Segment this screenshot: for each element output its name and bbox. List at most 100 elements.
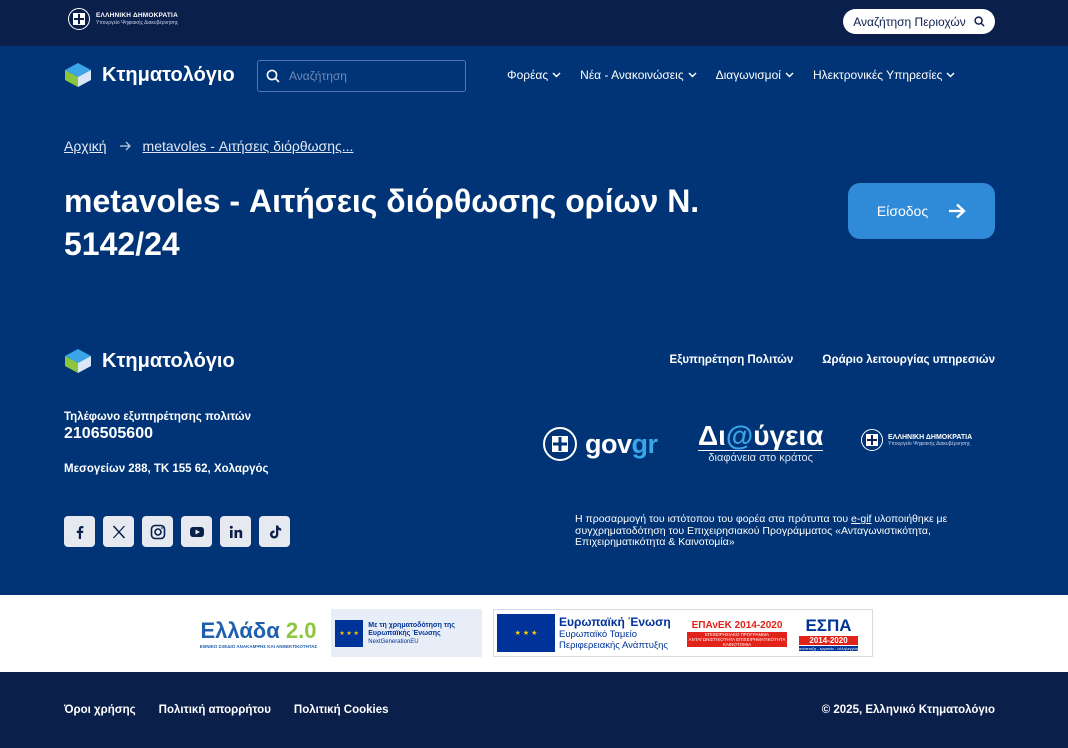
eu-flag-icon: ★ ★ ★ xyxy=(497,614,555,652)
hellenic-line1: ΕΛΛΗΝΙΚΗ ΔΗΜΟΚΡΑΤΙΑ xyxy=(888,433,973,441)
epanek-sub: ΕΠΙΧΕΙΡΗΣΙΑΚΟ ΠΡΟΓΡΑΜΜΑ ΑΝΤΑΓΩΝΙΣΤΙΚΟΤΗΤ… xyxy=(687,631,787,647)
region-search-label: Αναζήτηση Περιοχών xyxy=(853,14,966,29)
gov-logo-line1: ΕΛΛΗΝΙΚΗ ΔΗΜΟΚΡΑΤΙΑ xyxy=(96,12,178,19)
tiktok-icon xyxy=(269,525,281,538)
youtube-icon xyxy=(189,526,204,537)
footer-link-opening-hours[interactable]: Ωράριο λειτουργίας υπηρεσιών xyxy=(822,354,995,366)
terms-link[interactable]: Όροι χρήσης xyxy=(64,704,136,716)
x-link[interactable] xyxy=(103,516,134,547)
linkedin-icon xyxy=(229,525,242,538)
diavgeia-at: @ xyxy=(725,420,754,451)
nav-label: Διαγωνισμοί xyxy=(715,68,781,82)
epanek-logo: ΕΠΑνΕΚ 2014-2020 ΕΠΙΧΕΙΡΗΣΙΑΚΟ ΠΡΟΓΡΑΜΜΑ… xyxy=(687,620,787,647)
nav-item-news[interactable]: Νέα - Ανακοινώσεις xyxy=(580,68,697,82)
nav-label: Νέα - Ανακοινώσεις xyxy=(580,68,684,82)
hellenic-republic-logo[interactable]: ΕΛΛΗΝΙΚΗ ΔΗΜΟΚΡΑΤΙΑ Υπουργείο Ψηφιακής Δ… xyxy=(68,8,178,30)
linkedin-link[interactable] xyxy=(220,516,251,547)
nav-item-tenders[interactable]: Διαγωνισμοί xyxy=(716,68,794,82)
eu-fund-text: Ευρωπαϊκή Ένωση Ευρωπαϊκό Ταμείο Περιφερ… xyxy=(559,615,679,651)
login-label: Είσοδος xyxy=(876,203,929,219)
diavgeia-post: ύγεια xyxy=(753,420,824,451)
chevron-down-icon xyxy=(946,72,955,78)
espa-sub: ανάπτυξη - εργασία - αλληλεγγύη xyxy=(799,645,859,651)
nav-item-eservices[interactable]: Ηλεκτρονικές Υπηρεσίες xyxy=(813,68,956,82)
ktimatologio-cube-icon xyxy=(65,349,91,373)
footer-links: Εξυπηρέτηση Πολιτών Ωράριο λειτουργίας υ… xyxy=(670,354,995,366)
footer-brand-name: Κτηματολόγιο xyxy=(102,349,235,372)
espa-years: 2014-2020 xyxy=(799,635,859,645)
nav-item-foreas[interactable]: Φορέας xyxy=(507,68,561,82)
espa-banner[interactable]: ★ ★ ★ Ευρωπαϊκή Ένωση Ευρωπαϊκό Ταμείο Π… xyxy=(493,609,873,657)
ellada-logo: Ελλάδα 2.0 ΕΘΝΙΚΟ ΣΧΕΔΙΟ ΑΝΑΚΑΜΨΗΣ ΚΑΙ Α… xyxy=(186,609,331,657)
search-icon xyxy=(974,16,985,27)
espa-title: ΕΣΠΑ xyxy=(805,615,852,635)
search-input[interactable] xyxy=(289,69,449,83)
x-icon xyxy=(112,524,125,539)
greek-seal-icon xyxy=(68,8,90,30)
legal-links: Όροι χρήσης Πολιτική απορρήτου Πολιτική … xyxy=(64,704,389,716)
brand-name: Κτηματολόγιο xyxy=(102,63,235,86)
egif-link[interactable]: e-gif xyxy=(851,513,871,525)
chevron-down-icon xyxy=(688,72,697,78)
bottom-bar: Όροι χρήσης Πολιτική απορρήτου Πολιτική … xyxy=(0,672,1068,748)
footer-brand-logo[interactable]: Κτηματολόγιο xyxy=(64,348,235,374)
gov-logo-line2: Υπουργείο Ψηφιακής Διακυβέρνησης xyxy=(96,20,179,26)
diavgeia-pre: Δι xyxy=(698,420,726,451)
breadcrumb-current-link[interactable]: metavoles - Αιτήσεις διόρθωσης... xyxy=(143,138,354,154)
arrow-right-icon xyxy=(119,141,131,151)
ellada-num: 2.0 xyxy=(285,617,317,643)
nextgen-line2: NextGenerationEU xyxy=(368,638,419,645)
copyright: © 2025, Ελληνικό Κτηματολόγιο xyxy=(821,704,995,716)
breadcrumb-home-link[interactable]: Αρχική xyxy=(64,138,107,154)
egif-pre: Η προσαρμογή του ιστότοπου του φορέα στα… xyxy=(575,513,852,525)
login-button[interactable]: Είσοδος xyxy=(848,183,995,239)
eu-flag-icon: ★ ★ ★ xyxy=(335,619,364,647)
cookies-link[interactable]: Πολιτική Cookies xyxy=(294,704,389,716)
eu-title: Ευρωπαϊκή Ένωση xyxy=(559,615,671,629)
govgr-gr: gr xyxy=(631,428,659,459)
page-title: metavoles - Αιτήσεις διόρθωσης ορίων Ν. … xyxy=(64,183,700,262)
site-search[interactable] xyxy=(257,60,466,92)
greek-seal-icon xyxy=(543,427,577,461)
partner-logos: govgr Δι@ύγεια διαφάνεια στο κράτος ΕΛΛΗ… xyxy=(543,420,995,472)
facebook-link[interactable] xyxy=(64,516,95,547)
eu-sub: Ευρωπαϊκό Ταμείο Περιφερειακής Ανάπτυξης xyxy=(559,629,668,651)
nav-label: Ηλεκτρονικές Υπηρεσίες xyxy=(812,68,943,82)
footer-link-citizen-service[interactable]: Εξυπηρέτηση Πολιτών xyxy=(670,354,794,366)
region-search-button[interactable]: Αναζήτηση Περιοχών xyxy=(843,9,995,34)
ktimatologio-cube-icon xyxy=(65,63,91,87)
ellada-small: ΕΘΝΙΚΟ ΣΧΕΔΙΟ ΑΝΑΚΑΜΨΗΣ ΚΑΙ ΑΝΘΕΚΤΙΚΟΤΗΤ… xyxy=(199,643,318,649)
breadcrumb: Αρχική metavoles - Αιτήσεις διόρθωσης... xyxy=(64,138,353,154)
instagram-link[interactable] xyxy=(142,516,173,547)
nav-label: Φορέας xyxy=(507,68,549,82)
egif-notice: Η προσαρμογή του ιστότοπου του φορέα στα… xyxy=(575,513,1000,549)
youtube-link[interactable] xyxy=(181,516,212,547)
greek-seal-icon xyxy=(861,429,883,451)
chevron-down-icon xyxy=(785,72,794,78)
ellada-text: Ελλάδα xyxy=(200,617,280,643)
facebook-icon xyxy=(76,525,83,539)
privacy-link[interactable]: Πολιτική απορρήτου xyxy=(159,704,271,716)
hellenic-line2: Υπουργείο Ψηφιακής Διακυβέρνησης xyxy=(888,440,971,447)
instagram-icon xyxy=(150,524,165,539)
arrow-right-icon xyxy=(949,203,966,219)
diavgeia-logo[interactable]: Δι@ύγεια διαφάνεια στο κράτος xyxy=(698,420,824,464)
diavgeia-tagline: διαφάνεια στο κράτος xyxy=(698,450,824,464)
search-icon xyxy=(266,69,280,83)
greece20-banner[interactable]: Ελλάδα 2.0 ΕΘΝΙΚΟ ΣΧΕΔΙΟ ΑΝΑΚΑΜΨΗΣ ΚΑΙ Α… xyxy=(186,609,482,657)
govgr-gov: gov xyxy=(585,428,632,459)
hellenic-republic-footer-logo[interactable]: ΕΛΛΗΝΙΚΗ ΔΗΜΟΚΡΑΤΙΑ Υπουργείο Ψηφιακής Δ… xyxy=(861,429,972,451)
govgr-logo[interactable]: govgr xyxy=(543,427,658,461)
funding-strip: Ελλάδα 2.0 ΕΘΝΙΚΟ ΣΧΕΔΙΟ ΑΝΑΚΑΜΨΗΣ ΚΑΙ Α… xyxy=(0,595,1068,672)
espa-logo: ΕΣΠΑ 2014-2020 ανάπτυξη - εργασία - αλλη… xyxy=(799,615,859,651)
phone-number[interactable]: 2106505600 xyxy=(64,425,153,443)
address: Μεσογείων 288, ΤΚ 155 62, Χολαργός xyxy=(64,463,269,475)
main-nav: Φορέας Νέα - Ανακοινώσεις Διαγωνισμοί Ηλ… xyxy=(507,68,955,82)
brand-logo[interactable]: Κτηματολόγιο xyxy=(64,62,235,88)
social-links xyxy=(64,516,290,547)
nextgen-line1: Με τη χρηματοδότηση της Ευρωπαϊκής Ένωση… xyxy=(368,621,455,637)
epanek-title: ΕΠΑνΕΚ 2014-2020 xyxy=(691,619,783,631)
gov-top-bar: ΕΛΛΗΝΙΚΗ ΔΗΜΟΚΡΑΤΙΑ Υπουργείο Ψηφιακής Δ… xyxy=(0,0,1068,46)
tiktok-link[interactable] xyxy=(259,516,290,547)
nextgen-eu-logo: ★ ★ ★ Με τη χρηματοδότηση της Ευρωπαϊκής… xyxy=(331,609,482,657)
